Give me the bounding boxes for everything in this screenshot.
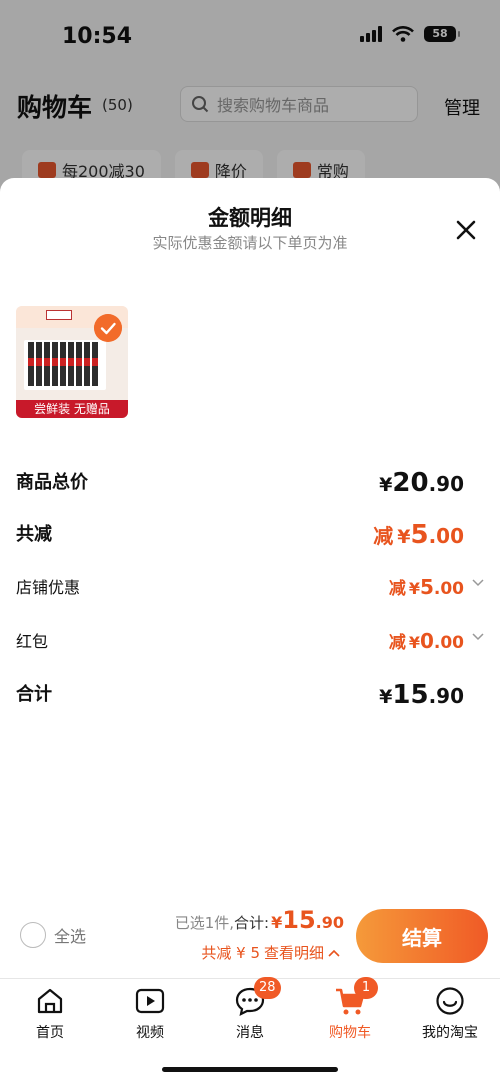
row-value: 减 ¥ 5 .00: [388, 575, 464, 599]
chevron-down-icon[interactable]: [472, 632, 484, 642]
tab-home[interactable]: 首页: [0, 985, 100, 1045]
select-all-label: 全选: [54, 927, 87, 946]
cart-badge: 1: [354, 977, 378, 999]
row-label: 商品总价: [16, 472, 88, 493]
row-label: 共减: [16, 524, 52, 545]
product-thumbnail[interactable]: 尝鲜装 无赠品: [16, 306, 128, 418]
checkout-button[interactable]: 结算: [356, 909, 488, 963]
message-badge: 28: [254, 977, 281, 999]
tab-bar: 首页 视频 28 消息 1 购物车 我的淘宝: [0, 977, 500, 1084]
sheet-subtitle: 实际优惠金额请以下单页为准: [152, 234, 348, 252]
row-shop-discount[interactable]: 店铺优惠 减 ¥ 5 .00: [16, 574, 484, 602]
view-detail-link[interactable]: 共减 ¥ 5 查看明细: [201, 942, 340, 963]
row-value: ¥ 15 .90: [379, 680, 464, 710]
selection-summary: 已选1件, 合计: ¥ 15 .90: [174, 906, 344, 934]
row-subtotal: 商品总价 ¥ 20 .90: [16, 468, 484, 500]
sheet-title: 金额明细: [208, 206, 292, 230]
tab-cart[interactable]: 1 购物车: [300, 977, 400, 1045]
close-icon[interactable]: [452, 216, 480, 244]
video-icon: [135, 988, 165, 1014]
profile-icon: [436, 987, 464, 1015]
row-value: 减 ¥ 0 .00: [388, 629, 464, 653]
row-total: 合计 ¥ 15 .90: [16, 680, 484, 712]
row-label: 店铺优惠: [16, 578, 81, 597]
row-value: 减 ¥ 5 .00: [373, 520, 464, 550]
row-total-discount: 共减 减 ¥ 5 .00: [16, 520, 484, 552]
row-value: ¥ 20 .90: [379, 468, 464, 498]
tab-messages[interactable]: 28 消息: [200, 977, 300, 1045]
row-red-packet[interactable]: 红包 减 ¥ 0 .00: [16, 628, 484, 656]
product-tag: 尝鲜装 无赠品: [16, 400, 128, 418]
select-all[interactable]: 全选: [20, 922, 86, 948]
home-indicator: [162, 1067, 338, 1072]
row-label: 红包: [16, 632, 49, 651]
brand-logo: [46, 310, 72, 320]
row-label: 合计: [16, 684, 52, 705]
tab-video[interactable]: 视频: [100, 985, 200, 1045]
home-icon: [37, 988, 63, 1014]
select-all-radio[interactable]: [20, 922, 46, 948]
checkmark-icon[interactable]: [94, 314, 122, 342]
tab-my-taobao[interactable]: 我的淘宝: [400, 985, 500, 1045]
chevron-up-icon: [328, 949, 340, 957]
chevron-down-icon[interactable]: [472, 578, 484, 588]
